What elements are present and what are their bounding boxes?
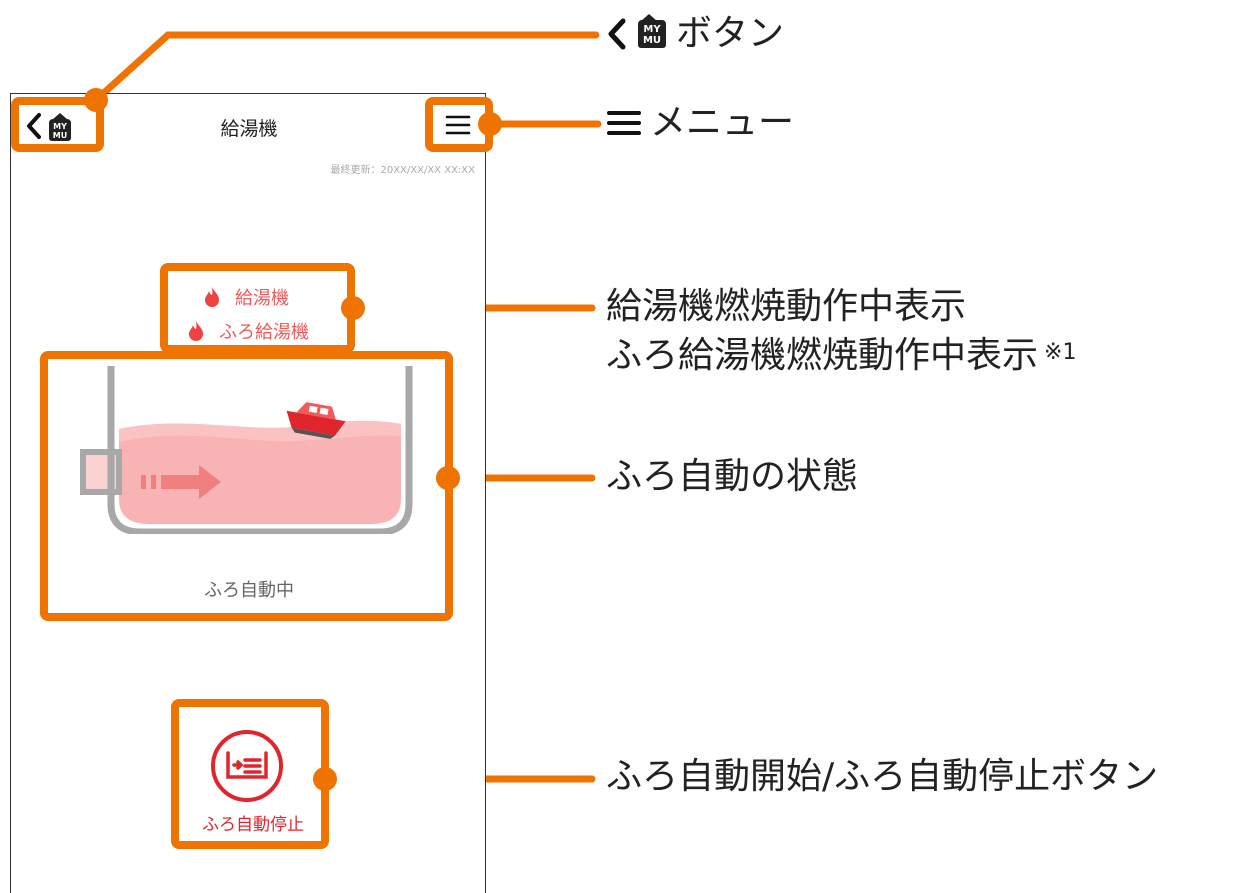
callout-burner-line2-wrap: ふろ給湯機燃焼動作中表示 ※1	[606, 332, 1076, 381]
callout-bath-state: ふろ自動の状態	[606, 456, 859, 497]
connector-back	[92, 31, 600, 104]
callout-back-button: MY MU ボタン	[606, 10, 784, 59]
callout-burner-display: 給湯機燃焼動作中表示 ふろ給湯機燃焼動作中表示 ※1	[606, 283, 1076, 380]
hamburger-menu-icon	[607, 111, 641, 136]
callout-menu: メニュー	[606, 99, 794, 148]
callout-burner-line1: 給湯機燃焼動作中表示	[606, 286, 967, 327]
callout-burner-note: ※1	[1044, 339, 1077, 365]
connector-dot-back	[84, 88, 108, 112]
highlight-bath-state	[40, 351, 453, 621]
callout-bath-button: ふろ自動開始/ふろ自動停止ボタン	[606, 756, 1159, 797]
callout-burner-line2: ふろ給湯機燃焼動作中表示	[606, 334, 1039, 376]
connector-dot-bath-button	[313, 767, 337, 791]
chevron-left-icon	[608, 18, 626, 50]
connector-dot-burner	[341, 296, 365, 320]
connector-dot-menu	[478, 112, 502, 136]
last-updated: 最終更新：20XX/XX/XX XX:XX	[330, 165, 475, 176]
highlight-burner-indicators	[160, 263, 355, 353]
mymu-home-icon: MY MU	[638, 14, 666, 49]
connector-dot-bath-state	[436, 466, 460, 490]
callout-menu-text: メニュー	[650, 102, 795, 143]
callout-back-text: ボタン	[676, 13, 785, 54]
highlight-bath-button	[171, 699, 329, 849]
